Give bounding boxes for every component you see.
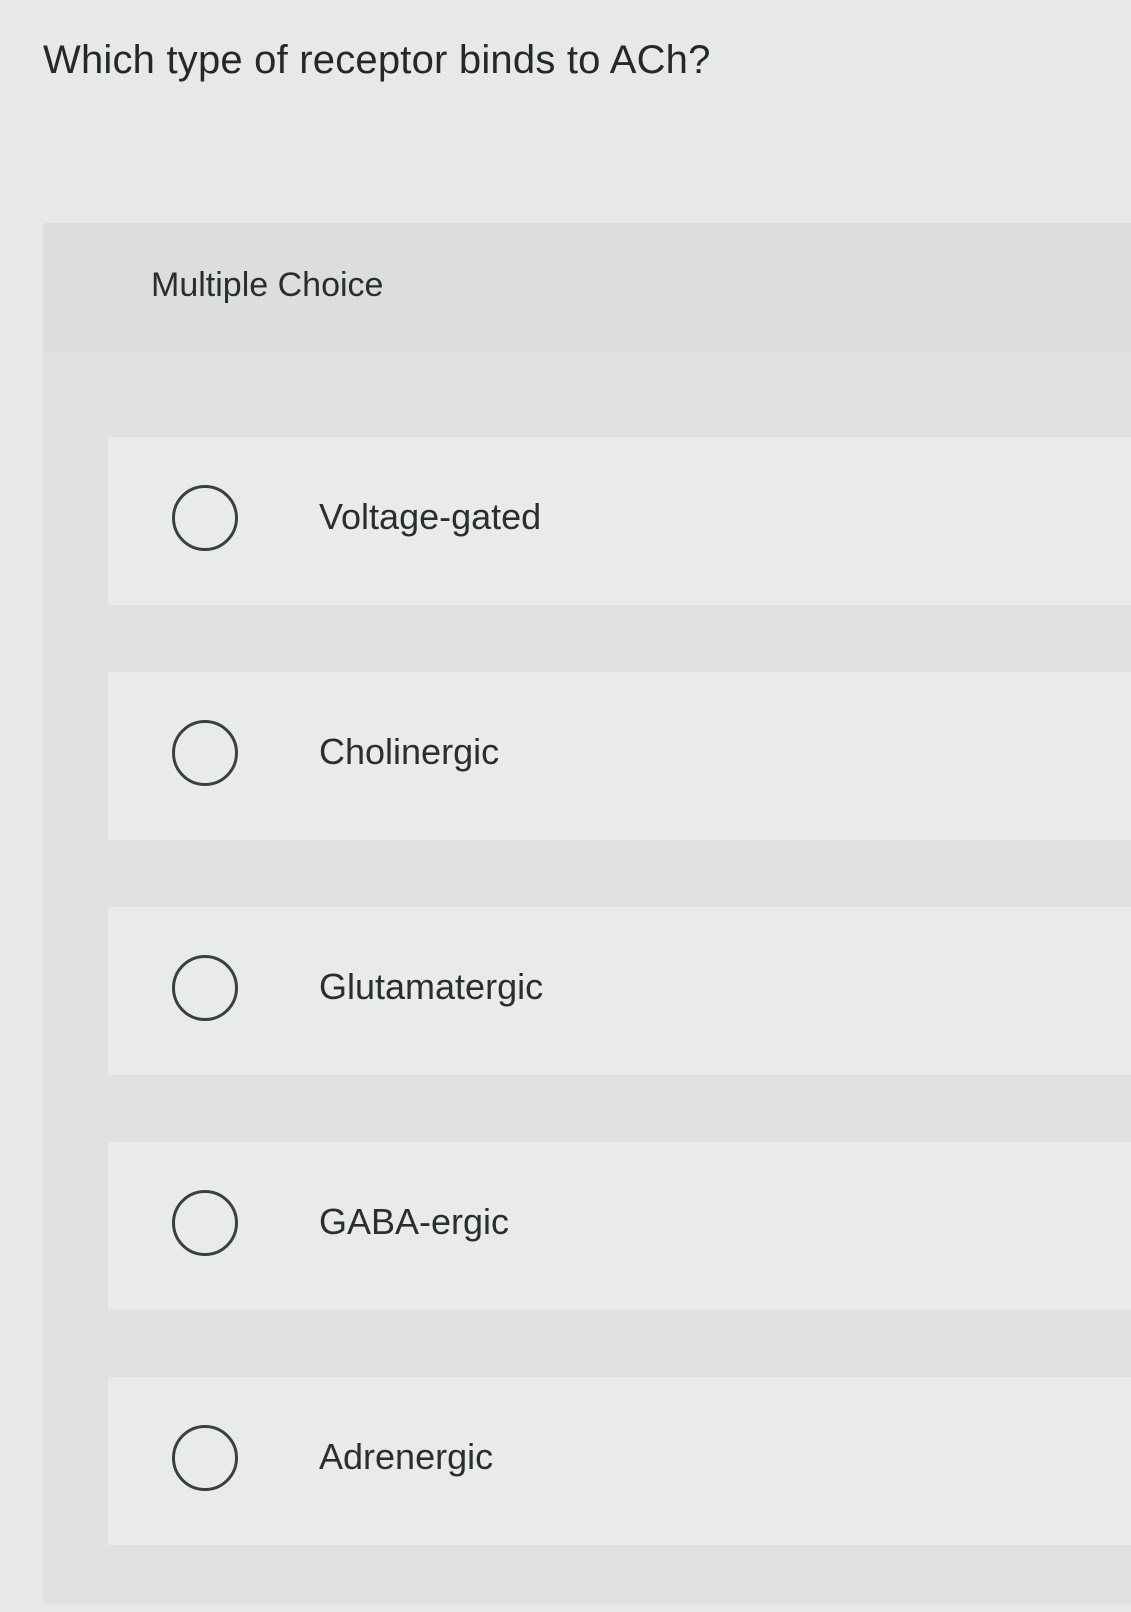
answer-options-list: Voltage-gated Cholinergic Glutamatergic …: [108, 437, 1131, 1612]
radio-button-icon[interactable]: [172, 720, 238, 786]
multiple-choice-panel: Multiple Choice Voltage-gated Cholinergi…: [43, 223, 1131, 1604]
answer-option-cholinergic[interactable]: Cholinergic: [108, 672, 1131, 840]
panel-title: Multiple Choice: [151, 266, 384, 304]
answer-option-label: Cholinergic: [319, 731, 500, 772]
answer-option-label: GABA-ergic: [319, 1201, 510, 1242]
panel-header: Multiple Choice: [43, 223, 1131, 353]
radio-button-icon[interactable]: [172, 955, 238, 1021]
answer-option-voltage-gated[interactable]: Voltage-gated: [108, 437, 1131, 605]
radio-button-icon[interactable]: [172, 1190, 238, 1256]
answer-option-glutamatergic[interactable]: Glutamatergic: [108, 907, 1131, 1075]
answer-option-adrenergic[interactable]: Adrenergic: [108, 1377, 1131, 1545]
answer-option-label: Glutamatergic: [319, 966, 544, 1007]
radio-button-icon[interactable]: [172, 485, 238, 551]
answer-option-label: Voltage-gated: [319, 496, 542, 537]
question-text: Which type of receptor binds to ACh?: [43, 38, 711, 82]
answer-option-label: Adrenergic: [319, 1436, 494, 1477]
radio-button-icon[interactable]: [172, 1425, 238, 1491]
answer-option-gaba-ergic[interactable]: GABA-ergic: [108, 1142, 1131, 1310]
